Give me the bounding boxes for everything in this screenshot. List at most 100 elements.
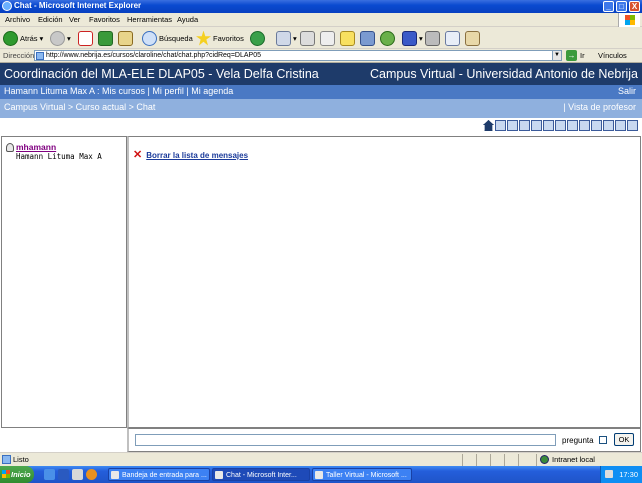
url-text: http://www.nebrija.es/cursos/claroline/c… (46, 52, 261, 59)
clear-messages-link[interactable]: Borrar la lista de mensajes (146, 151, 248, 160)
task-taller[interactable]: Taller Virtual - Microsoft ... (312, 468, 412, 481)
question-label: pregunta (562, 436, 594, 445)
people-icon (380, 30, 395, 46)
address-label: Dirección (3, 51, 35, 60)
chat-users-frame: mhamann Hamann Lituma Max A (1, 136, 127, 428)
mail-button[interactable]: ▾ (276, 30, 297, 46)
copy-button[interactable] (445, 30, 460, 46)
course-home-icon[interactable] (483, 120, 494, 131)
breadcrumb[interactable]: Campus Virtual > Curso actual > Chat (4, 102, 155, 112)
ok-button[interactable]: OK (614, 433, 634, 446)
forward-button[interactable]: ▾ (50, 30, 71, 46)
logout-link[interactable]: Salir (618, 86, 636, 96)
discuss-button[interactable] (340, 30, 355, 46)
favorites-button[interactable]: Favoritos (196, 30, 244, 46)
question-checkbox[interactable] (599, 436, 607, 444)
network-icon[interactable] (605, 470, 613, 478)
back-button[interactable]: Atrás ▾ (3, 30, 43, 46)
user-login-link[interactable]: mhamann (16, 142, 56, 152)
announcements-icon[interactable] (519, 120, 530, 131)
people-button[interactable] (380, 30, 395, 46)
maximize-button[interactable]: □ (616, 1, 627, 12)
works-icon[interactable] (567, 120, 578, 131)
history-icon (250, 30, 265, 46)
url-input[interactable]: http://www.nebrija.es/cursos/claroline/c… (34, 50, 562, 61)
history-button[interactable] (250, 30, 265, 46)
breadcrumb-bar: Campus Virtual > Curso actual > Chat | V… (0, 99, 642, 118)
users-icon[interactable] (603, 120, 614, 131)
menu-archivo[interactable]: Archivo (5, 15, 30, 24)
note-icon (340, 30, 355, 46)
word-quicklaunch-icon[interactable] (58, 469, 69, 480)
search-label: Búsqueda (159, 33, 193, 43)
task-inbox[interactable]: Bandeja de entrada para ... (108, 468, 210, 481)
delete-icon: ✕ (133, 149, 143, 161)
links-button[interactable]: Vínculos (598, 51, 627, 60)
task-label: Bandeja de entrada para ... (122, 472, 207, 479)
search-button[interactable]: Búsqueda (142, 30, 193, 46)
user-nav[interactable]: Hamann Lituma Max A : Mis cursos | Mi pe… (4, 86, 233, 96)
home-button[interactable] (118, 30, 133, 46)
cut-button[interactable] (425, 30, 440, 46)
windows-flag-icon (2, 470, 10, 478)
forums-icon[interactable] (579, 120, 590, 131)
chat-icon[interactable] (615, 120, 626, 131)
intranet-icon (540, 455, 549, 464)
user-list-item: mhamann (6, 142, 56, 152)
printer-icon (300, 30, 315, 46)
messenger-button[interactable] (360, 30, 375, 46)
paste-button[interactable] (465, 30, 480, 46)
menu-ayuda[interactable]: Ayuda (177, 15, 198, 24)
status-divider (504, 454, 505, 466)
print-button[interactable] (300, 30, 315, 46)
ie-icon (215, 471, 223, 479)
groups-icon[interactable] (591, 120, 602, 131)
chevron-down-icon: ▾ (67, 33, 71, 43)
task-label: Chat - Microsoft Inter... (226, 472, 297, 479)
site-title[interactable]: Campus Virtual - Universidad Antonio de … (370, 67, 638, 81)
page-icon (36, 52, 44, 60)
clock: 17:30 (619, 470, 638, 479)
documents-icon[interactable] (531, 120, 542, 131)
status-text: Listo (13, 455, 29, 464)
start-button[interactable]: Inicio (0, 466, 34, 483)
security-zone: Intranet local (540, 455, 595, 464)
menu-edicion[interactable]: Edición (38, 15, 63, 24)
teacher-view-link[interactable]: | Vista de profesor (563, 102, 636, 112)
chevron-down-icon: ▾ (293, 33, 297, 43)
menu-ver[interactable]: Ver (69, 15, 80, 24)
go-arrow-icon: → (566, 50, 577, 61)
user-full-name: Hamann Lituma Max A (16, 152, 102, 161)
mail-icon (276, 30, 291, 46)
url-dropdown-icon[interactable]: ▼ (552, 50, 562, 61)
go-button[interactable]: → Ir (566, 50, 585, 61)
clear-messages[interactable]: ✕ Borrar la lista de mensajes (133, 149, 248, 161)
learning-path-icon[interactable] (555, 120, 566, 131)
menu-favoritos[interactable]: Favoritos (89, 15, 120, 24)
zone-label: Intranet local (552, 455, 595, 464)
exercises-icon[interactable] (543, 120, 554, 131)
menu-herramientas[interactable]: Herramientas (127, 15, 172, 24)
go-label: Ir (580, 51, 585, 60)
message-input[interactable] (135, 434, 556, 446)
chat-input-frame: pregunta OK (127, 428, 641, 452)
links-icon[interactable] (627, 120, 638, 131)
chevron-down-icon: ▾ (419, 33, 423, 43)
user-bar: Hamann Lituma Max A : Mis cursos | Mi pe… (0, 85, 642, 99)
font-button[interactable]: ▾ (402, 30, 423, 46)
agenda-icon[interactable] (507, 120, 518, 131)
ie-icon (315, 471, 323, 479)
page-status-icon (2, 455, 11, 464)
refresh-button[interactable] (98, 30, 113, 46)
ie-quicklaunch-icon[interactable] (44, 469, 55, 480)
close-button[interactable]: X (629, 1, 640, 12)
task-chat[interactable]: Chat - Microsoft Inter... (212, 468, 310, 481)
description-icon[interactable] (495, 120, 506, 131)
stop-button[interactable] (78, 30, 93, 46)
minimize-button[interactable]: _ (603, 1, 614, 12)
media-quicklaunch-icon[interactable] (86, 469, 97, 480)
edit-button[interactable] (320, 30, 335, 46)
scissors-icon (425, 30, 440, 46)
user-icon (6, 143, 14, 152)
desktop-quicklaunch-icon[interactable] (72, 469, 83, 480)
